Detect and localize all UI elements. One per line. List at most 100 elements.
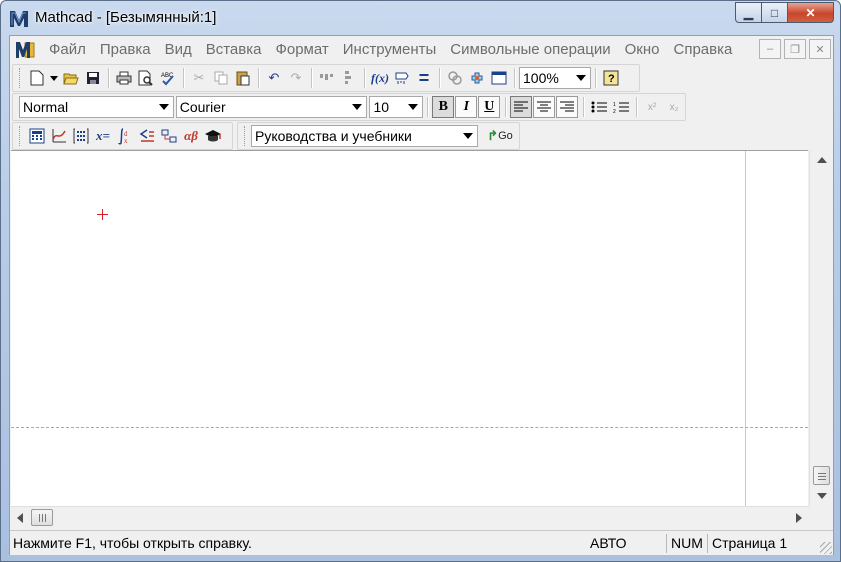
insert-unit-button[interactable] <box>391 67 413 89</box>
bold-icon: B <box>438 99 449 114</box>
save-button[interactable] <box>82 67 104 89</box>
menu-format[interactable]: Формат <box>268 38 335 62</box>
doc-minimize-button[interactable]: – <box>759 39 781 59</box>
zoom-select[interactable]: 100% <box>519 67 591 89</box>
scroll-down-icon[interactable] <box>817 493 827 499</box>
toolbar-separator <box>364 68 365 88</box>
italic-icon: I <box>463 99 470 114</box>
help-icon: ? <box>603 70 619 86</box>
toolbar-separator <box>636 97 638 117</box>
toolbar-grip[interactable] <box>244 126 247 146</box>
underline-button[interactable]: U <box>478 96 501 118</box>
go-button[interactable]: ↱ Go <box>482 125 518 147</box>
open-button[interactable] <box>60 67 82 89</box>
numbering-button[interactable]: 12 <box>610 96 632 118</box>
chevron-down-icon <box>408 104 419 110</box>
menu-symbolics[interactable]: Символьные операции <box>443 38 617 62</box>
menu-view[interactable]: Вид <box>158 38 199 62</box>
font-select[interactable]: Courier <box>175 96 368 118</box>
italic-button[interactable]: I <box>455 96 478 118</box>
cut-button[interactable]: ✂ <box>188 67 210 89</box>
menu-tools[interactable]: Инструменты <box>336 38 444 62</box>
style-select[interactable]: Normal <box>19 96 174 118</box>
doc-close-button[interactable]: ✕ <box>809 39 831 59</box>
insert-hyperlink-button[interactable] <box>444 67 466 89</box>
vertical-scrollbar[interactable] <box>809 150 833 506</box>
minimize-button[interactable]: ▁ <box>735 2 762 23</box>
minimize-icon: – <box>766 43 774 55</box>
align-left-button[interactable] <box>510 96 533 118</box>
align-center-button[interactable] <box>533 96 556 118</box>
new-dropdown-button[interactable] <box>48 67 60 89</box>
save-icon <box>87 72 99 84</box>
matrix-toolbar-button[interactable] <box>70 125 92 147</box>
help-button[interactable]: ? <box>600 67 622 89</box>
tutorials-select[interactable]: Руководства и учебники <box>251 125 478 147</box>
printer-icon <box>116 71 132 85</box>
horizontal-scrollbar[interactable] <box>11 506 809 528</box>
graph-toolbar-button[interactable] <box>48 125 70 147</box>
calculate-button[interactable]: = <box>413 67 435 89</box>
equals-icon: = <box>418 67 430 88</box>
resize-grip-icon[interactable] <box>820 542 832 554</box>
title-bar[interactable]: Mathcad - [Безымянный:1] ▁ □ ✕ <box>1 1 840 35</box>
close-button[interactable]: ✕ <box>788 2 834 23</box>
align-down-button[interactable] <box>338 67 360 89</box>
toolbar-grip[interactable] <box>19 68 22 88</box>
calculator-toolbar-button[interactable] <box>26 125 48 147</box>
spell-check-button[interactable]: ABC <box>157 67 179 89</box>
superscript-button[interactable]: x² <box>641 96 663 118</box>
insert-function-button[interactable]: f(x) <box>369 67 391 89</box>
horizontal-scroll-thumb[interactable] <box>31 509 53 526</box>
toolbar-separator <box>183 68 184 88</box>
menu-window[interactable]: Окно <box>618 38 667 62</box>
function-icon: f(x) <box>371 70 389 85</box>
hyperlink-icon <box>448 71 462 85</box>
scroll-right-icon[interactable] <box>796 513 802 523</box>
thumb-grip-line <box>818 473 826 474</box>
print-button[interactable] <box>113 67 135 89</box>
subscript-icon: x₂ <box>669 101 679 113</box>
print-preview-button[interactable] <box>135 67 157 89</box>
worksheet-area[interactable] <box>11 150 808 507</box>
toolbar-grip[interactable] <box>19 126 22 146</box>
restore-icon: ❐ <box>790 43 800 56</box>
redo-button[interactable]: ↷ <box>285 67 307 89</box>
menu-file[interactable]: Файл <box>42 38 93 62</box>
chevron-down-icon <box>576 75 586 81</box>
copy-button[interactable] <box>210 67 232 89</box>
right-margin-line <box>745 151 746 507</box>
scroll-up-icon[interactable] <box>817 157 827 163</box>
font-size-select[interactable]: 10 <box>369 96 424 118</box>
menu-edit[interactable]: Правка <box>93 38 158 62</box>
bold-button[interactable]: B <box>432 96 455 118</box>
resource-center-button[interactable] <box>488 67 510 89</box>
boolean-toolbar-button[interactable] <box>136 125 158 147</box>
symbolic-toolbar-button[interactable] <box>202 125 224 147</box>
scroll-left-icon[interactable] <box>17 513 23 523</box>
bullets-button[interactable] <box>588 96 610 118</box>
align-down-icon <box>345 71 351 84</box>
greek-toolbar-button[interactable]: αβ <box>180 125 202 147</box>
subscript-button[interactable]: x₂ <box>663 96 685 118</box>
align-across-button[interactable] <box>316 67 338 89</box>
align-right-button[interactable] <box>556 96 579 118</box>
new-document-button[interactable] <box>26 67 48 89</box>
undo-button[interactable]: ↶ <box>263 67 285 89</box>
insertion-crosshair <box>97 209 108 220</box>
close-icon: ✕ <box>815 43 825 56</box>
status-bar: Нажмите F1, чтобы открыть справку. АВТО … <box>10 530 833 555</box>
menu-bar: Файл Правка Вид Вставка Формат Инструмен… <box>10 36 833 64</box>
calculus-toolbar-button[interactable]: dx <box>114 125 136 147</box>
insert-component-button[interactable] <box>466 67 488 89</box>
programming-toolbar-button[interactable] <box>158 125 180 147</box>
graduation-cap-icon <box>205 130 221 142</box>
menu-help[interactable]: Справка <box>666 38 739 62</box>
maximize-button[interactable]: □ <box>762 2 788 23</box>
document-mathcad-icon[interactable] <box>14 39 36 61</box>
evaluation-toolbar-button[interactable]: x= <box>92 125 114 147</box>
paste-button[interactable] <box>232 67 254 89</box>
vertical-scroll-thumb[interactable] <box>813 466 830 485</box>
doc-restore-button[interactable]: ❐ <box>784 39 806 59</box>
menu-insert[interactable]: Вставка <box>199 38 269 62</box>
